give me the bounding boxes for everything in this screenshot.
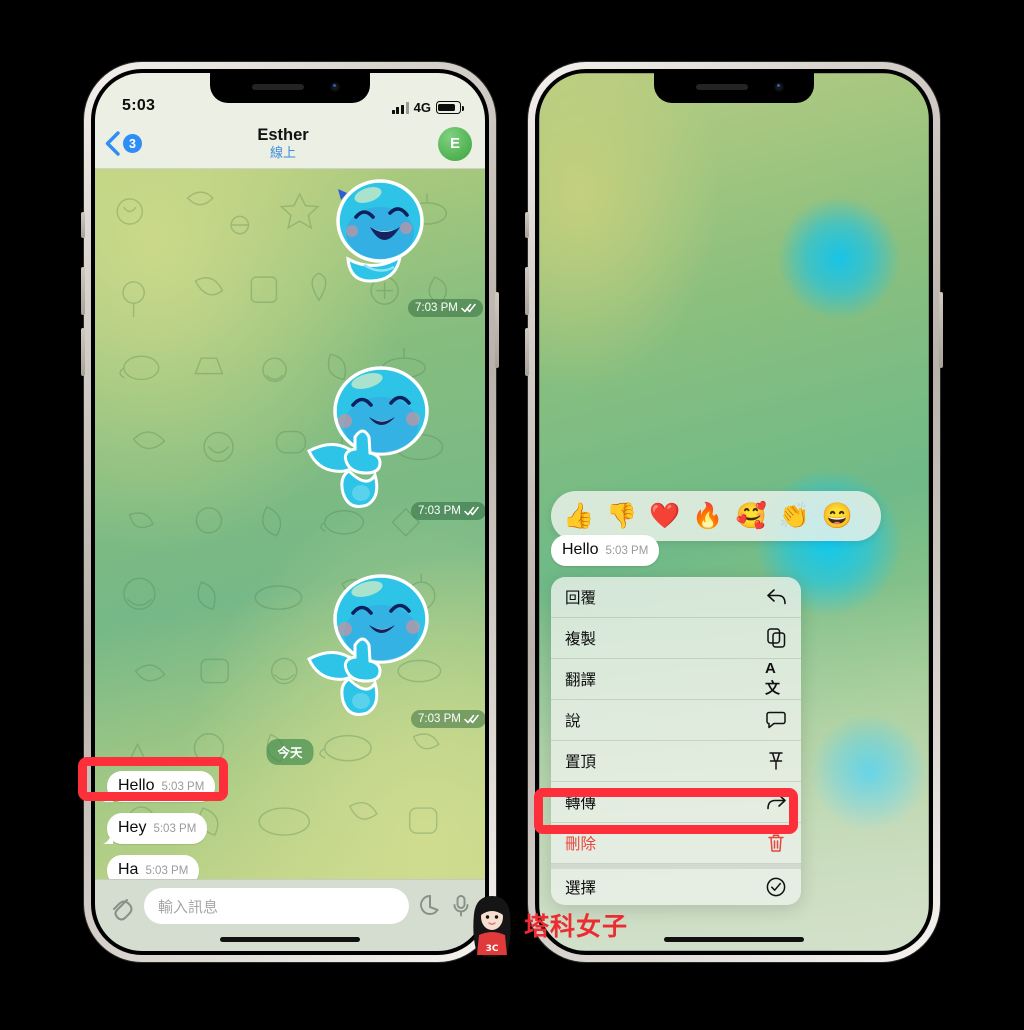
reaction-picker-bar[interactable]: 👍 👎 ❤️ 🔥 🥰 👏 😄 (551, 491, 881, 541)
message-input-placeholder: 輸入訊息 (158, 898, 219, 916)
message-bubble-ha[interactable]: Ha 5:03 PM (107, 855, 200, 879)
signal-icon (391, 101, 409, 114)
reaction-clap[interactable]: 👏 (779, 503, 810, 529)
selected-message-time: 5:03 PM (605, 545, 649, 557)
message-input-field[interactable]: 輸入訊息 (144, 888, 409, 924)
context-menu-item-pin[interactable]: 置頂 (551, 741, 801, 782)
context-menu-label: 刪除 (565, 836, 597, 853)
message-time: 5:03 PM (153, 823, 197, 835)
message-bubble-hello[interactable]: Hello 5:03 PM (107, 771, 216, 802)
status-clock: 5:03 (122, 97, 156, 114)
chat-scroll-area[interactable]: 7:03 PM 7:03 PM 7:03 PM 今天 Hello 5:03 PM… (95, 169, 485, 879)
front-camera (774, 82, 784, 92)
message-context-menu: 回覆 複製 翻譯 A文 說 置頂 轉傳 刪除 選擇 (551, 577, 801, 905)
volume-down-button[interactable] (81, 328, 85, 376)
context-menu-label: 說 (565, 713, 581, 730)
pin-icon (765, 750, 787, 772)
contact-name: Esther (257, 126, 309, 145)
left-screen: 5:03 4G 3 Esther 線上 E 7:03 PM 7:03 PM 7:… (95, 73, 485, 951)
context-menu-item-translate[interactable]: 翻譯 A文 (551, 659, 801, 700)
notch (654, 73, 814, 103)
watermark-avatar-icon: 3C (473, 896, 511, 957)
volume-down-button[interactable] (525, 328, 529, 376)
power-button[interactable] (495, 292, 499, 368)
context-menu-item-reply[interactable]: 回覆 (551, 577, 801, 618)
message-time: 5:03 PM (145, 865, 189, 877)
context-menu-item-speak[interactable]: 說 (551, 700, 801, 741)
chevron-left-icon (105, 131, 120, 156)
network-label: 4G (413, 100, 431, 115)
message-timestamp: 7:03 PM (411, 502, 485, 520)
reaction-thumbsup[interactable]: 👍 (563, 503, 594, 529)
blue-blob-thumbs-up-sticker (307, 574, 429, 716)
context-menu-item-copy[interactable]: 複製 (551, 618, 801, 659)
message-bubble-hey[interactable]: Hey 5:03 PM (107, 813, 208, 844)
translate-icon: A文 (765, 660, 781, 697)
blue-blob-thumbs-up-sticker (307, 366, 429, 508)
reply-icon (765, 586, 787, 608)
context-menu-label: 轉傳 (565, 795, 597, 812)
reaction-smiling-hearts[interactable]: 🥰 (736, 503, 767, 529)
double-check-icon (461, 303, 476, 312)
blue-blob-laughing-sticker (336, 179, 424, 283)
reaction-thumbsdown[interactable]: 👎 (606, 503, 637, 529)
message-text: Ha (118, 861, 139, 878)
contact-status: 線上 (269, 144, 296, 160)
reaction-grin[interactable]: 😄 (822, 503, 853, 529)
double-check-icon (464, 506, 479, 515)
selected-message-bubble[interactable]: Hello 5:03 PM (551, 535, 660, 566)
reaction-heart[interactable]: ❤️ (649, 503, 680, 529)
svg-text:3C: 3C (486, 944, 499, 954)
phone-right: 👍 👎 ❤️ 🔥 🥰 👏 😄 Hello 5:03 PM 回覆 複製 翻譯 A文… (525, 62, 943, 962)
selected-message-text: Hello (562, 541, 599, 558)
chat-title-block[interactable]: Esther 線上 (128, 126, 438, 161)
message-text: Hello (118, 777, 155, 794)
earpiece-speaker (696, 84, 748, 90)
right-screen: 👍 👎 ❤️ 🔥 🥰 👏 😄 Hello 5:03 PM 回覆 複製 翻譯 A文… (539, 73, 929, 951)
battery-icon (436, 101, 464, 114)
earpiece-speaker (252, 84, 304, 90)
watermark: 3C 塔科女子 (463, 893, 628, 957)
context-menu-label: 置頂 (565, 754, 597, 771)
power-button[interactable] (939, 292, 943, 368)
message-timestamp: 7:03 PM (411, 710, 485, 728)
message-timestamp: 7:03 PM (408, 299, 483, 317)
paperclip-icon[interactable] (109, 892, 135, 922)
sticker-message-1[interactable]: 7:03 PM (320, 173, 483, 317)
double-check-icon (464, 714, 479, 723)
context-menu-label: 翻譯 (565, 672, 597, 689)
front-camera (330, 82, 340, 92)
reaction-fire[interactable]: 🔥 (692, 503, 723, 529)
watermark-text: 塔科女子 (524, 912, 629, 941)
chat-header: 3 Esther 線上 E (95, 119, 485, 169)
speak-icon (765, 709, 787, 731)
sticker-icon[interactable] (418, 892, 442, 922)
mute-switch[interactable] (81, 212, 85, 238)
context-menu-item-forward[interactable]: 轉傳 (551, 782, 801, 823)
day-divider: 今天 (266, 739, 314, 765)
message-text: Hey (118, 819, 147, 836)
home-indicator[interactable] (220, 937, 360, 942)
sticker-message-3[interactable]: 7:03 PM (305, 567, 485, 728)
message-time: 5:03 PM (161, 781, 205, 793)
forward-icon (765, 791, 787, 813)
notch (210, 73, 370, 103)
home-indicator[interactable] (664, 937, 804, 942)
context-menu-label: 回覆 (565, 590, 597, 607)
volume-up-button[interactable] (525, 267, 529, 315)
copy-icon (765, 627, 787, 649)
context-menu-label: 複製 (565, 631, 597, 648)
sticker-message-2[interactable]: 7:03 PM (305, 359, 485, 520)
trash-icon (765, 832, 787, 854)
avatar[interactable]: E (438, 126, 472, 161)
context-menu-item-delete[interactable]: 刪除 (551, 823, 801, 864)
select-icon (765, 876, 787, 898)
mute-switch[interactable] (525, 212, 529, 238)
phone-left: 5:03 4G 3 Esther 線上 E 7:03 PM 7:03 PM 7:… (81, 62, 499, 962)
volume-up-button[interactable] (81, 267, 85, 315)
